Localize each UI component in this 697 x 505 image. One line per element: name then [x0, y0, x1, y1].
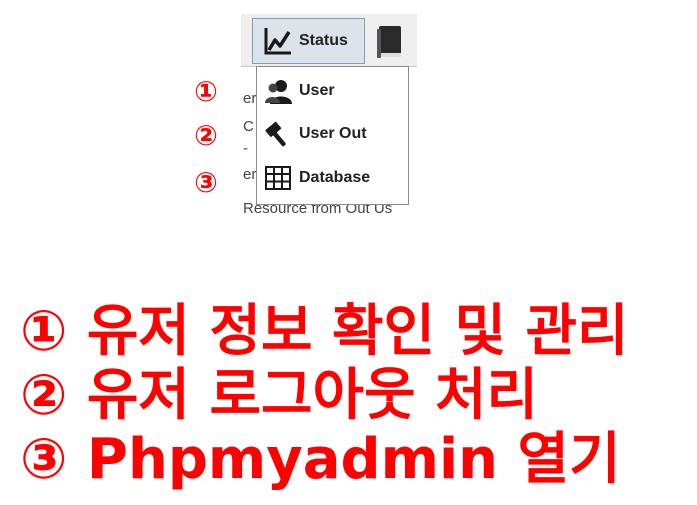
- menu-item-user-label: User: [299, 82, 335, 99]
- background-text: -: [243, 140, 248, 157]
- status-button-label: Status: [299, 32, 348, 49]
- background-text: er: [243, 166, 257, 183]
- book-icon: [377, 26, 401, 58]
- hammer-icon: [263, 119, 293, 149]
- user-icon: [263, 76, 293, 106]
- menu-item-user-out[interactable]: User Out: [257, 114, 408, 154]
- annotation-marker-2: ②: [194, 119, 218, 152]
- status-dropdown-menu: User User Out Database: [256, 66, 409, 205]
- legend-line-1: ① 유저 정보 확인 및 관리: [20, 299, 629, 364]
- menu-item-user-out-label: User Out: [299, 125, 367, 142]
- toolbar: Status: [241, 14, 417, 67]
- table-grid-icon: [263, 163, 293, 193]
- menu-item-database-label: Database: [299, 169, 371, 186]
- background-text: C: [243, 118, 254, 135]
- legend-line-2: ② 유저 로그아웃 처리: [20, 363, 539, 428]
- screenshot-crop: Status er C - er Resource from Out Us Us…: [241, 14, 417, 214]
- book-button[interactable]: [369, 20, 409, 64]
- menu-item-user[interactable]: User: [257, 71, 408, 111]
- menu-item-database[interactable]: Database: [257, 158, 408, 198]
- annotation-marker-1: ①: [194, 75, 218, 108]
- status-button[interactable]: Status: [252, 18, 365, 64]
- background-text: er: [243, 90, 257, 107]
- legend-line-3: ③ Phpmyadmin 열기: [20, 427, 621, 492]
- line-chart-icon: [264, 28, 291, 55]
- annotation-marker-3: ③: [194, 166, 218, 199]
